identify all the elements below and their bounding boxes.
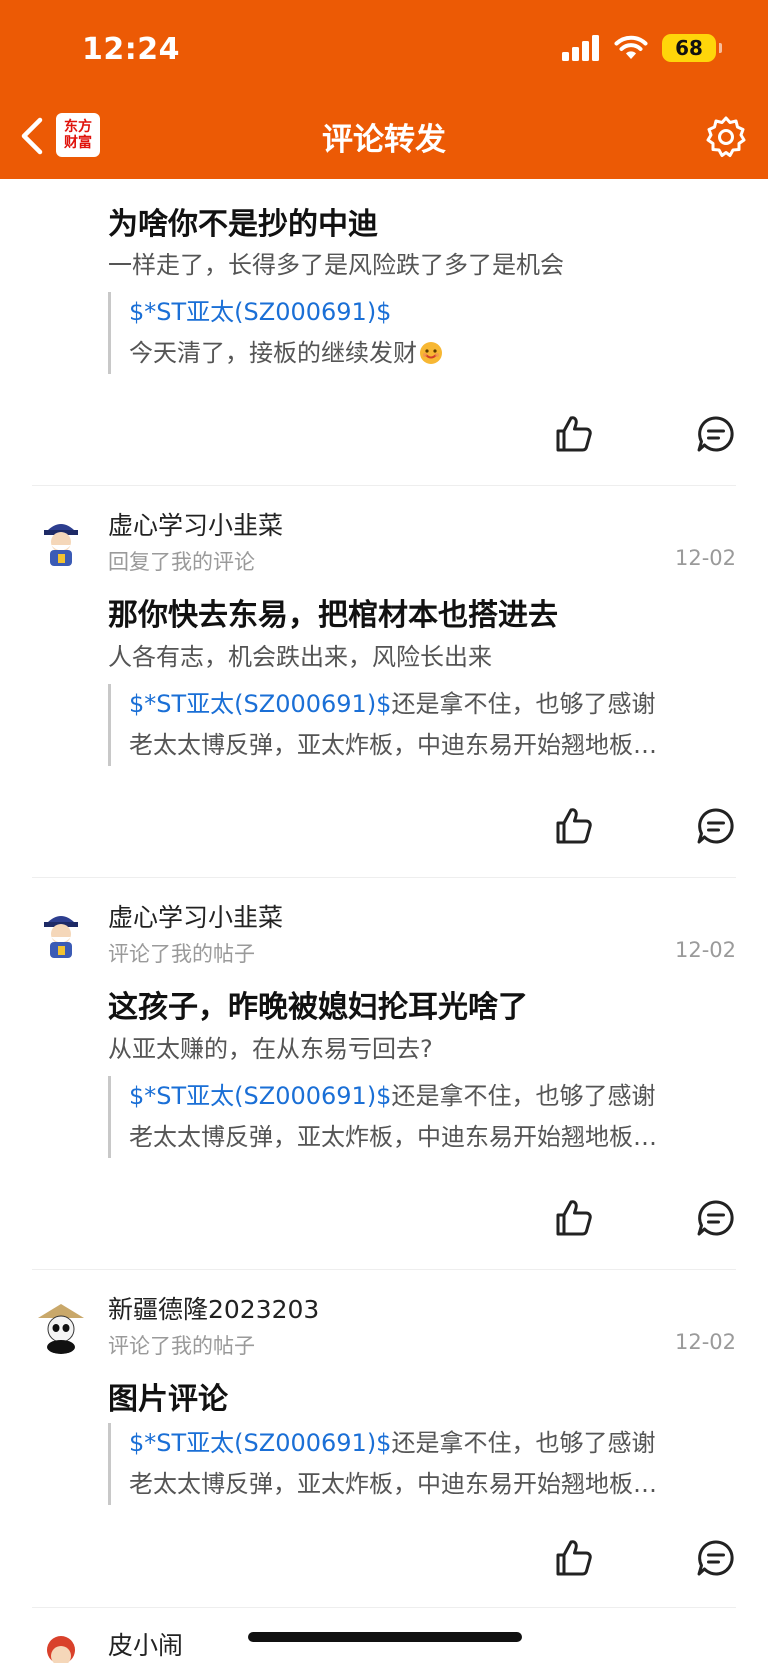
quote-text: 还是拿不住，也够了感谢 <box>391 690 656 718</box>
thumbs-up-icon[interactable] <box>554 414 594 454</box>
thumbs-up-icon[interactable] <box>554 1198 594 1238</box>
thumbs-up-icon[interactable] <box>554 806 594 846</box>
page-title: 评论转发 <box>322 122 446 158</box>
avatar-cartoon-icon <box>32 512 90 570</box>
username[interactable]: 新疆德隆2023203 <box>108 1290 319 1326</box>
reply-text[interactable]: 图片评论 <box>108 1374 228 1418</box>
reply-text[interactable]: 为啥你不是抄的中迪 <box>108 199 378 243</box>
avatar-panda-icon <box>32 1296 90 1354</box>
home-indicator[interactable] <box>248 1632 522 1642</box>
avatar-cartoon-icon <box>32 904 90 962</box>
quote-text: 还是拿不住，也够了感谢 <box>391 1082 656 1110</box>
original-comment: 一样走了，长得多了是风险跌了多了是机会 <box>108 251 564 279</box>
avatar[interactable] <box>32 904 90 962</box>
avatar[interactable] <box>32 1630 90 1663</box>
status-icons: 68 <box>562 34 722 62</box>
quoted-post[interactable]: $*ST亚太(SZ000691)$还是拿不住，也够了感谢 老太太博反弹，亚太炸板… <box>108 1076 736 1158</box>
username[interactable]: 皮小闹 <box>108 1626 183 1662</box>
timestamp: 12-02 <box>674 546 736 570</box>
wifi-icon <box>614 35 648 59</box>
quote-text-line2: 老太太博反弹，亚太炸板，中迪东易开始翘地板… <box>129 731 657 759</box>
quoted-post[interactable]: $*ST亚太(SZ000691)$ 今天清了，接板的继续发财 <box>108 292 736 374</box>
avatar[interactable] <box>32 1296 90 1354</box>
quoted-post[interactable]: $*ST亚太(SZ000691)$还是拿不住，也够了感谢 老太太博反弹，亚太炸板… <box>108 1423 736 1505</box>
original-comment: 人各有志，机会跌出来，风险长出来 <box>108 643 492 671</box>
avatar[interactable] <box>32 512 90 570</box>
comment-bubble-icon[interactable] <box>696 1538 736 1578</box>
cellular-signal-icon <box>562 35 599 61</box>
stock-ticker-link[interactable]: $*ST亚太(SZ000691)$ <box>129 1082 391 1110</box>
timestamp: 12-02 <box>674 1330 736 1354</box>
original-comment: 从亚太赚的，在从东易亏回去? <box>108 1035 433 1063</box>
list-item: 新疆德隆2023203 评论了我的帖子 12-02 图片评论 $*ST亚太(SZ… <box>0 1270 768 1608</box>
battery-indicator: 68 <box>662 34 722 62</box>
list-item: 虚心学习小韭菜 回复了我的评论 12-02 那你快去东易，把棺材本也搭进去 人各… <box>0 486 768 878</box>
action-text: 回复了我的评论 <box>108 550 255 574</box>
quote-text-line2: 老太太博反弹，亚太炸板，中迪东易开始翘地板… <box>129 1123 657 1151</box>
top-bar: 12:24 68 东方 财富 评论转发 <box>0 0 768 179</box>
quote-text: 今天清了，接板的继续发财 <box>129 339 417 367</box>
action-text: 评论了我的帖子 <box>108 1334 255 1358</box>
smile-emoji-icon <box>420 342 442 364</box>
timestamp: 12-02 <box>674 938 736 962</box>
quote-text: 还是拿不住，也够了感谢 <box>391 1429 656 1457</box>
comment-bubble-icon[interactable] <box>696 1198 736 1238</box>
stock-ticker-link[interactable]: $*ST亚太(SZ000691)$ <box>129 298 391 326</box>
thumbs-up-icon[interactable] <box>554 1538 594 1578</box>
stock-ticker-link[interactable]: $*ST亚太(SZ000691)$ <box>129 690 391 718</box>
quote-text-line2: 老太太博反弹，亚太炸板，中迪东易开始翘地板… <box>129 1470 657 1498</box>
list-item: 为啥你不是抄的中迪 一样走了，长得多了是风险跌了多了是机会 $*ST亚太(SZ0… <box>0 179 768 486</box>
action-text: 评论了我的帖子 <box>108 942 255 966</box>
username[interactable]: 虚心学习小韭菜 <box>108 898 283 934</box>
comment-bubble-icon[interactable] <box>696 414 736 454</box>
comment-bubble-icon[interactable] <box>696 806 736 846</box>
list-item: 虚心学习小韭菜 评论了我的帖子 12-02 这孩子，昨晚被媳妇抡耳光啥了 从亚太… <box>0 878 768 1270</box>
status-time: 12:24 <box>82 32 180 67</box>
stock-ticker-link[interactable]: $*ST亚太(SZ000691)$ <box>129 1429 391 1457</box>
username[interactable]: 虚心学习小韭菜 <box>108 506 283 542</box>
gear-icon[interactable] <box>704 115 748 159</box>
comment-feed: 为啥你不是抄的中迪 一样走了，长得多了是风险跌了多了是机会 $*ST亚太(SZ0… <box>0 179 768 1663</box>
avatar-cartoon-icon <box>32 1630 90 1663</box>
quoted-post[interactable]: $*ST亚太(SZ000691)$还是拿不住，也够了感谢 老太太博反弹，亚太炸板… <box>108 684 736 766</box>
reply-text[interactable]: 那你快去东易，把棺材本也搭进去 <box>108 590 558 634</box>
reply-text[interactable]: 这孩子，昨晚被媳妇抡耳光啥了 <box>108 982 528 1026</box>
